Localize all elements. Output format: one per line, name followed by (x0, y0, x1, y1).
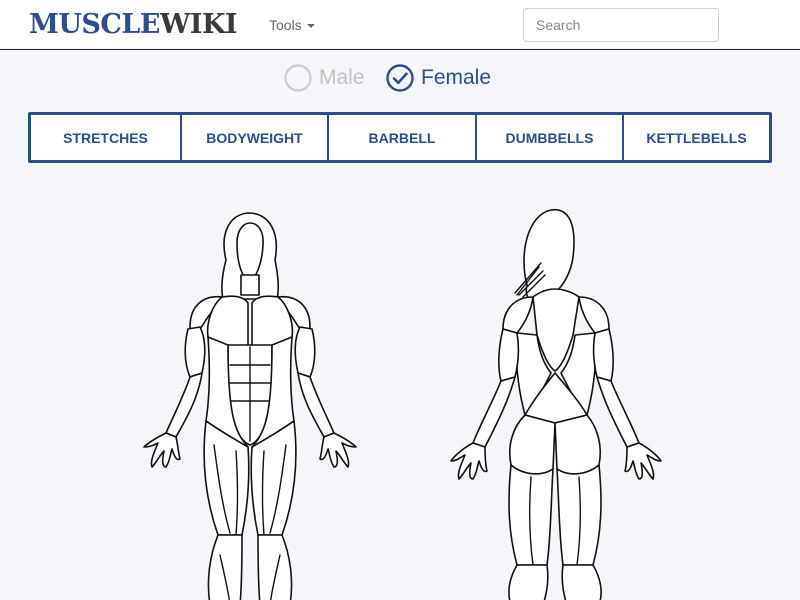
front-right-bicep-muscle[interactable] (294, 326, 316, 378)
back-left-hand (450, 442, 488, 480)
logo-text-muscle: MUSCLE (29, 9, 161, 40)
caret-down-icon (306, 24, 315, 29)
back-right-hand (624, 442, 662, 480)
equipment-category-bar: STRETCHES BODYWEIGHT BARBELL DUMBBELLS K… (28, 112, 772, 163)
check-circle-icon (386, 64, 414, 92)
back-right-calf-muscle[interactable] (561, 564, 602, 600)
front-right-calf-muscle[interactable] (257, 534, 293, 600)
search-input[interactable] (523, 8, 719, 42)
front-right-hand (319, 432, 357, 468)
front-left-bicep-muscle[interactable] (184, 326, 206, 378)
tools-dropdown[interactable]: Tools (269, 16, 315, 34)
tools-label: Tools (269, 17, 302, 33)
gender-option-male[interactable]: Male (284, 63, 365, 93)
category-barbell-button[interactable]: BARBELL (329, 115, 477, 160)
back-body-diagram (445, 205, 665, 600)
top-navbar: MUSCLEWIKI Tools (0, 0, 800, 50)
gender-label-male: Male (319, 66, 365, 89)
radio-unchecked-icon (284, 64, 312, 92)
back-left-forearm-muscle[interactable] (472, 376, 516, 448)
category-stretches-button[interactable]: STRETCHES (31, 115, 182, 160)
category-dumbbells-button[interactable]: DUMBBELLS (477, 115, 624, 160)
back-right-glute-muscle[interactable] (554, 414, 602, 475)
back-left-glute-muscle[interactable] (509, 414, 556, 475)
back-right-tricep-muscle[interactable] (592, 328, 614, 382)
front-neck (240, 274, 260, 296)
front-left-forearm-muscle[interactable] (165, 372, 203, 438)
back-left-deltoid-muscle[interactable] (502, 296, 534, 334)
back-right-deltoid-muscle[interactable] (578, 296, 610, 334)
gender-option-female[interactable]: Female (386, 63, 491, 93)
category-bodyweight-button[interactable]: BODYWEIGHT (182, 115, 329, 160)
back-right-forearm-muscle[interactable] (596, 376, 640, 448)
front-body-diagram (140, 205, 360, 600)
back-left-tricep-muscle[interactable] (498, 328, 520, 382)
category-kettlebells-button[interactable]: KETTLEBELLS (624, 115, 769, 160)
musclewiki-logo[interactable]: MUSCLEWIKI (29, 9, 238, 41)
front-left-hand (143, 432, 181, 468)
back-left-calf-muscle[interactable] (508, 564, 549, 600)
gender-label-female: Female (421, 66, 492, 89)
logo-text-wiki: WIKI (160, 9, 238, 40)
back-hair (523, 208, 575, 302)
front-right-forearm-muscle[interactable] (297, 372, 335, 438)
front-left-calf-muscle[interactable] (207, 534, 243, 600)
